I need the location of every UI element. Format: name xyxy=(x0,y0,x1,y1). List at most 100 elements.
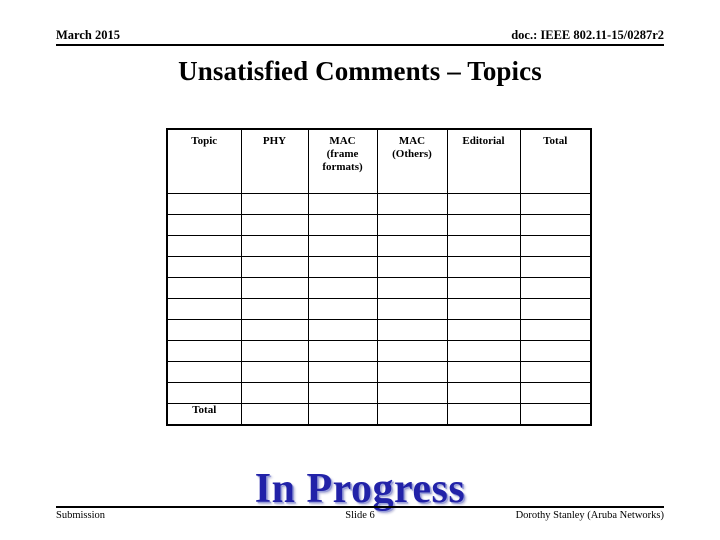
table-cell[interactable] xyxy=(376,235,448,257)
table-cell[interactable] xyxy=(240,298,309,320)
table-cell[interactable] xyxy=(166,298,242,320)
table-cell[interactable] xyxy=(446,361,521,383)
slide-header-row: March 2015 doc.: IEEE 802.11-15/0287r2 xyxy=(56,28,664,44)
table-cell[interactable] xyxy=(240,235,309,257)
table-cell[interactable] xyxy=(307,298,378,320)
mac-frame-formats-line2: (frame xyxy=(326,148,359,160)
table-cell[interactable] xyxy=(307,214,378,236)
topics-table-container: Topic PHY MAC (frame formats) MAC (Other… xyxy=(166,128,592,426)
mac-frame-formats-line1: MAC xyxy=(329,135,356,147)
table-cell[interactable] xyxy=(519,214,592,236)
table-cell[interactable] xyxy=(307,256,378,278)
table-cell[interactable] xyxy=(166,193,242,215)
table-header-row: Topic PHY MAC (frame formats) MAC (Other… xyxy=(166,128,592,194)
table-cell[interactable] xyxy=(166,214,242,236)
table-cell[interactable] xyxy=(446,382,521,404)
slide-footer-row: Submission Slide 6 Dorothy Stanley (Arub… xyxy=(56,508,664,521)
table-cell[interactable] xyxy=(240,214,309,236)
table-cell[interactable] xyxy=(240,256,309,278)
table-row[interactable] xyxy=(166,235,592,257)
total-row-cell[interactable] xyxy=(376,403,448,426)
table-cell[interactable] xyxy=(376,319,448,341)
table-row[interactable] xyxy=(166,361,592,383)
table-cell[interactable] xyxy=(376,382,448,404)
table-row[interactable] xyxy=(166,193,592,215)
total-row-cell[interactable] xyxy=(240,403,309,426)
table-cell[interactable] xyxy=(519,319,592,341)
table-cell[interactable] xyxy=(307,277,378,299)
table-cell[interactable] xyxy=(446,235,521,257)
footer-slide-number: Slide 6 xyxy=(345,510,375,521)
table-cell[interactable] xyxy=(240,193,309,215)
table-cell[interactable] xyxy=(240,361,309,383)
unsatisfied-comments-table: Topic PHY MAC (frame formats) MAC (Other… xyxy=(166,128,592,426)
table-cell[interactable] xyxy=(446,214,521,236)
table-cell[interactable] xyxy=(376,298,448,320)
slide-header: March 2015 doc.: IEEE 802.11-15/0287r2 xyxy=(56,28,664,52)
table-cell[interactable] xyxy=(166,277,242,299)
table-cell[interactable] xyxy=(519,298,592,320)
table-cell[interactable] xyxy=(446,319,521,341)
column-header-total: Total xyxy=(519,128,592,194)
table-cell[interactable] xyxy=(446,340,521,362)
mac-others-line1: MAC xyxy=(398,135,426,147)
table-cell[interactable] xyxy=(307,340,378,362)
table-header: Topic PHY MAC (frame formats) MAC (Other… xyxy=(166,128,592,194)
table-cell[interactable] xyxy=(446,298,521,320)
slide-footer: Submission Slide 6 Dorothy Stanley (Arub… xyxy=(56,506,664,521)
header-date: March 2015 xyxy=(56,28,120,42)
table-cell[interactable] xyxy=(446,277,521,299)
table-cell[interactable] xyxy=(376,193,448,215)
table-cell[interactable] xyxy=(376,361,448,383)
mac-frame-formats-line3: formats) xyxy=(322,161,363,173)
column-header-topic: Topic xyxy=(166,128,242,194)
table-cell[interactable] xyxy=(307,382,378,404)
table-cell[interactable] xyxy=(376,256,448,278)
column-header-editorial: Editorial xyxy=(446,128,521,194)
table-cell[interactable] xyxy=(519,193,592,215)
table-cell[interactable] xyxy=(240,382,309,404)
table-cell[interactable] xyxy=(519,235,592,257)
table-row[interactable] xyxy=(166,277,592,299)
table-cell[interactable] xyxy=(446,193,521,215)
table-cell[interactable] xyxy=(519,256,592,278)
table-body: Total xyxy=(166,193,592,426)
table-cell[interactable] xyxy=(307,235,378,257)
table-cell[interactable] xyxy=(307,319,378,341)
table-cell[interactable] xyxy=(519,277,592,299)
table-cell[interactable] xyxy=(446,256,521,278)
table-cell[interactable] xyxy=(307,361,378,383)
table-row[interactable] xyxy=(166,340,592,362)
total-row-cell[interactable] xyxy=(519,403,592,426)
table-cell[interactable] xyxy=(376,277,448,299)
table-cell[interactable] xyxy=(240,319,309,341)
total-row-cell[interactable] xyxy=(446,403,521,426)
table-cell[interactable] xyxy=(519,382,592,404)
table-cell[interactable] xyxy=(166,340,242,362)
table-row[interactable] xyxy=(166,319,592,341)
total-row-cell[interactable] xyxy=(307,403,378,426)
table-cell[interactable] xyxy=(240,340,309,362)
table-row[interactable] xyxy=(166,382,592,404)
table-row[interactable] xyxy=(166,214,592,236)
table-total-row[interactable]: Total xyxy=(166,403,592,426)
column-header-mac-frame-formats: MAC (frame formats) xyxy=(307,128,378,194)
table-cell[interactable] xyxy=(376,340,448,362)
table-cell[interactable] xyxy=(240,277,309,299)
header-doc-number: doc.: IEEE 802.11-15/0287r2 xyxy=(511,28,664,42)
table-cell[interactable] xyxy=(166,361,242,383)
table-cell[interactable] xyxy=(376,214,448,236)
total-row-label: Total xyxy=(166,403,242,426)
table-cell[interactable] xyxy=(166,256,242,278)
column-header-phy: PHY xyxy=(240,128,309,194)
table-row[interactable] xyxy=(166,298,592,320)
table-row[interactable] xyxy=(166,256,592,278)
table-cell[interactable] xyxy=(519,340,592,362)
mac-others-line2: (Others) xyxy=(392,148,432,160)
header-rule xyxy=(56,44,664,46)
table-cell[interactable] xyxy=(307,193,378,215)
table-cell[interactable] xyxy=(166,382,242,404)
table-cell[interactable] xyxy=(519,361,592,383)
table-cell[interactable] xyxy=(166,319,242,341)
table-cell[interactable] xyxy=(166,235,242,257)
